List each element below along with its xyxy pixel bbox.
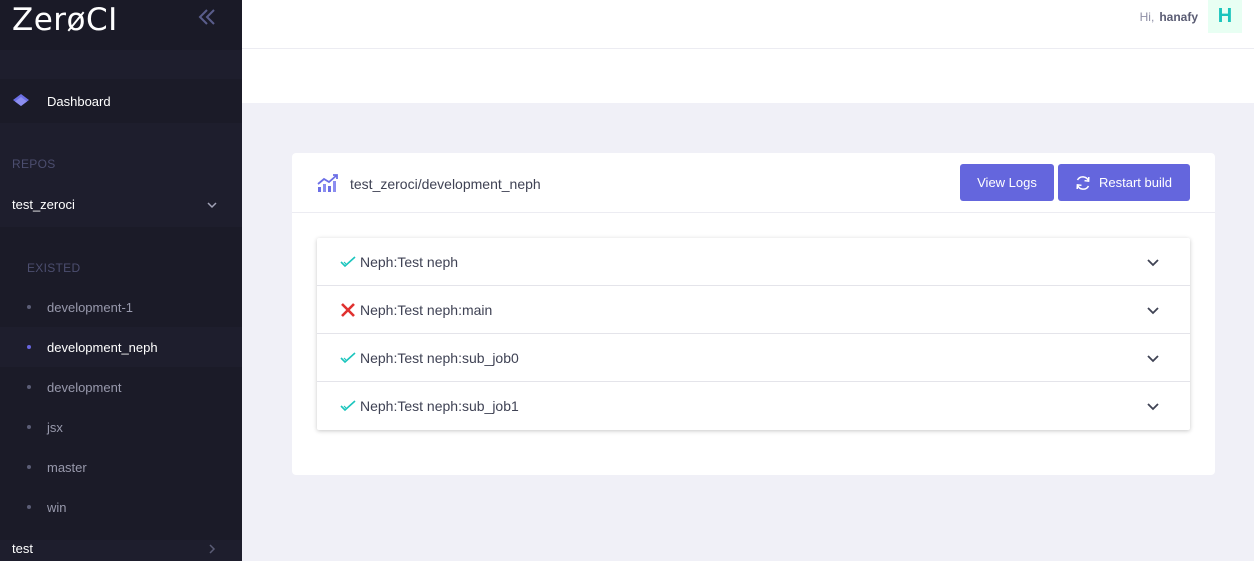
job-row[interactable]: Neph:Test neph:main (317, 286, 1190, 334)
build-card: test_zeroci/development_neph View Logs R… (292, 153, 1215, 475)
repo-item-test-zeroci[interactable]: test_zeroci (0, 185, 242, 225)
restart-build-button[interactable]: Restart build (1058, 164, 1190, 201)
sidebar: ZerøCI Dashboard REPOS test_zeroci EXIST… (0, 0, 242, 561)
branch-label: development_neph (47, 340, 158, 355)
view-logs-label: View Logs (977, 175, 1037, 190)
repo-item-test[interactable]: test (0, 529, 242, 561)
branch-item-development-neph[interactable]: development_neph (0, 327, 242, 367)
username: hanafy (1159, 10, 1198, 24)
chevron-down-icon[interactable] (1146, 303, 1160, 317)
repo-label: test (12, 541, 33, 556)
restart-build-label: Restart build (1099, 175, 1172, 190)
refresh-icon (1076, 176, 1090, 190)
branch-item-development-1[interactable]: development-1 (0, 287, 242, 327)
existed-section-title: EXISTED (27, 261, 81, 275)
subheader (242, 49, 1254, 103)
sidebar-item-label: Dashboard (47, 94, 111, 109)
branch-item-jsx[interactable]: jsx (0, 407, 242, 447)
card-header: test_zeroci/development_neph View Logs R… (292, 153, 1215, 213)
job-row[interactable]: Neph:Test neph:sub_job0 (317, 334, 1190, 382)
build-title: test_zeroci/development_neph (350, 176, 541, 192)
layers-icon (13, 94, 29, 106)
job-name: Neph:Test neph:sub_job1 (360, 398, 519, 414)
greeting-text: Hi, (1139, 10, 1155, 24)
check-icon (340, 352, 356, 364)
bullet-dot (27, 385, 31, 389)
branch-label: jsx (47, 420, 63, 435)
bullet-dot (27, 505, 31, 509)
chevron-down-icon[interactable] (1146, 399, 1160, 413)
job-row[interactable]: Neph:Test neph:sub_job1 (317, 382, 1190, 430)
branch-item-win[interactable]: win (0, 487, 242, 527)
chevron-down-icon[interactable] (1146, 351, 1160, 365)
bullet-dot (27, 425, 31, 429)
chevron-right-icon (209, 544, 216, 554)
job-name: Neph:Test neph:sub_job0 (360, 350, 519, 366)
view-logs-button[interactable]: View Logs (960, 164, 1054, 201)
branch-item-master[interactable]: master (0, 447, 242, 487)
user-greeting[interactable]: Hi, hanafy (1140, 10, 1198, 24)
chart-line-icon (317, 174, 338, 192)
repos-section-title: REPOS (12, 157, 56, 171)
sidebar-item-dashboard[interactable]: Dashboard (0, 79, 242, 123)
bullet-dot (27, 305, 31, 309)
chevron-down-icon[interactable] (1146, 255, 1160, 269)
check-icon (340, 400, 356, 412)
collapse-sidebar-icon[interactable] (196, 6, 218, 28)
branch-label: development (47, 380, 122, 395)
repo-label: test_zeroci (12, 197, 75, 212)
jobs-list: Neph:Test neph Neph:Test neph:main Neph:… (317, 238, 1190, 430)
bullet-dot (27, 345, 31, 349)
avatar[interactable]: H (1208, 0, 1242, 33)
app-logo[interactable]: ZerøCI (12, 2, 118, 38)
branch-label: win (47, 500, 67, 515)
branch-label: development-1 (47, 300, 133, 315)
branch-label: master (47, 460, 87, 475)
job-name: Neph:Test neph (360, 254, 459, 270)
cross-icon (341, 303, 355, 317)
branch-item-development[interactable]: development (0, 367, 242, 407)
check-icon (340, 256, 356, 268)
topbar: Hi, hanafy H (242, 0, 1254, 49)
bullet-dot (27, 465, 31, 469)
job-name: Neph:Test neph:main (360, 302, 493, 318)
job-row[interactable]: Neph:Test neph (317, 238, 1190, 286)
chevron-down-icon (207, 202, 217, 209)
brand-bar: ZerøCI (0, 0, 242, 50)
